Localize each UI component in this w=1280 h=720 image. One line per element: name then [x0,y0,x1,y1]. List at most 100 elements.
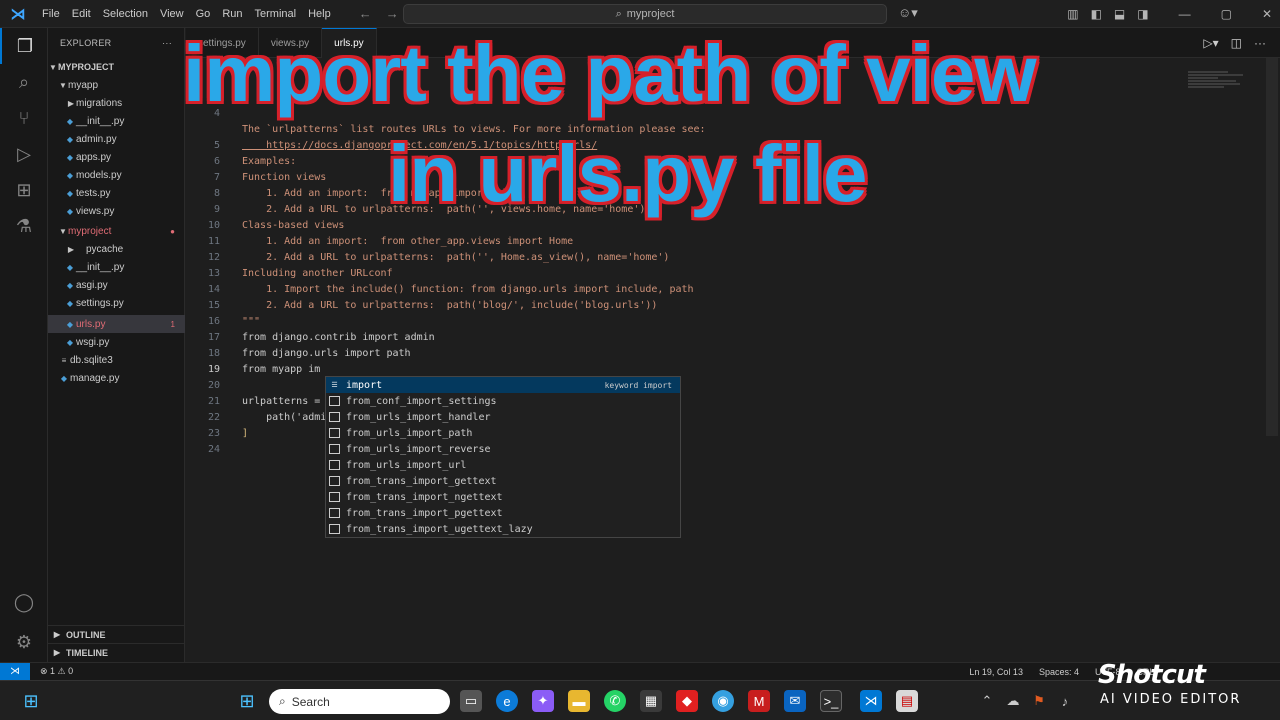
tree-item-manage[interactable]: ◆ manage.py [48,369,185,387]
suggestion-item[interactable]: from_trans_import_gettext [326,473,680,489]
editor-scrollbar[interactable] [1266,58,1278,436]
tree-item-pycache[interactable]: ▶ pycache [48,240,185,258]
tree-item-wsgi[interactable]: ◆ wsgi.py [48,333,185,351]
run-debug-icon[interactable]: ▷ [0,136,48,172]
command-center-search[interactable]: ⌕ myproject [403,4,887,24]
testing-icon[interactable]: ⚗ [0,208,48,244]
suggestion-detail: keyword import [604,380,672,390]
microphone-icon[interactable]: ♪ [1054,690,1076,712]
copilot-icon[interactable]: ☺▾ [898,5,918,21]
copilot-app-icon[interactable]: ✦ [532,690,554,712]
vscode-taskbar-icon[interactable]: ⋊ [860,690,882,712]
tree-item-label: tests.py [76,187,111,199]
tray-chevron-up-icon[interactable]: ⌃ [976,690,998,712]
remote-indicator-icon[interactable]: ⋊ [0,662,30,681]
minimize-icon[interactable]: — [1179,7,1191,21]
menu-run[interactable]: Run [216,0,248,28]
store-icon[interactable]: ▦ [640,690,662,712]
suggestion-item[interactable]: from_trans_import_ngettext [326,489,680,505]
suggestion-item[interactable]: ☰ import keyword import [326,377,680,393]
split-editor-icon[interactable]: ◫ [1231,36,1242,50]
tree-item-myproject[interactable]: ▼ myproject ● [48,222,185,240]
tree-item-db[interactable]: ≡ db.sqlite3 [48,351,185,369]
editor-actions: ▷▾ ◫ ··· [1203,36,1266,50]
python-file-icon: ◆ [66,116,74,126]
explorer-icon[interactable]: ❐ [0,28,48,64]
search-icon[interactable]: ⌕ [0,64,48,100]
menu-selection[interactable]: Selection [97,0,154,28]
extensions-icon[interactable]: ⊞ [0,172,48,208]
tree-item-init-myproject[interactable]: ◆ __init__.py [48,258,185,276]
tree-item-settings[interactable]: ◆ settings.py [48,294,185,312]
menu-terminal[interactable]: Terminal [249,0,303,28]
cloud-icon[interactable]: ☁ [1002,690,1024,712]
menu-edit[interactable]: Edit [66,0,97,28]
tree-item-tests[interactable]: ◆ tests.py [48,184,185,202]
tree-item-views[interactable]: ◆ views.py [48,202,185,220]
layout-icon[interactable]: ▥ [1067,7,1078,21]
suggestion-label: from_urls_import_url [346,459,467,471]
start-icon[interactable]: ⊞ [236,690,258,712]
taskbar-search[interactable]: ⌕ Search [269,689,450,714]
forward-arrow-icon[interactable]: → [386,6,399,21]
app-red-icon[interactable]: ◆ [676,690,698,712]
menu-view[interactable]: View [154,0,190,28]
timeline-section[interactable]: ▶ TIMELINE [48,643,185,661]
code-line-current: from myapp im [242,364,321,375]
whatsapp-icon[interactable]: ✆ [604,690,626,712]
workspace-root-label: MYPROJECT [58,62,115,72]
windows-start-icon[interactable]: ⊞ [20,690,42,712]
more-actions-icon[interactable]: ··· [162,38,172,48]
suggestion-item[interactable]: from_conf_import_settings [326,393,680,409]
mcafee-icon[interactable]: M [748,690,770,712]
tree-item-admin[interactable]: ◆ admin.py [48,130,185,148]
outlook-icon[interactable]: ✉ [784,690,806,712]
search-icon: ⌕ [279,694,286,708]
tree-item-myapp[interactable]: ▼ myapp [48,76,185,94]
toggle-panel-icon[interactable]: ⬓ [1114,7,1125,21]
tree-item-migrations[interactable]: ▶ migrations [48,94,185,112]
toggle-sidebar-icon[interactable]: ◧ [1091,7,1102,21]
line-number: 18 [207,348,220,359]
file-explorer-icon[interactable]: ▬ [568,690,590,712]
suggestion-item[interactable]: from_urls_import_handler [326,409,680,425]
more-actions-icon[interactable]: ··· [1254,36,1266,50]
close-icon[interactable]: ✕ [1262,7,1272,21]
source-control-icon[interactable]: ⑂ [0,100,48,136]
chrome-icon[interactable]: ◉ [712,690,734,712]
suggestion-item[interactable]: from_urls_import_url [326,457,680,473]
problems-indicator[interactable]: ⊗ 1 ⚠ 0 [40,666,73,677]
tree-item-init-myapp[interactable]: ◆ __init__.py [48,112,185,130]
code-line: urlpatterns = [ [242,396,333,407]
suggestion-item[interactable]: from_urls_import_reverse [326,441,680,457]
suggestion-item[interactable]: from_trans_import_ugettext_lazy [326,521,680,537]
snippet-icon [329,428,340,438]
maximize-icon[interactable]: ▢ [1221,7,1232,21]
menu-go[interactable]: Go [190,0,217,28]
menu-help[interactable]: Help [302,0,337,28]
tree-item-apps[interactable]: ◆ apps.py [48,148,185,166]
terminal-icon[interactable]: >_ [820,690,842,712]
indentation[interactable]: Spaces: 4 [1039,667,1079,677]
timeline-label: TIMELINE [66,647,108,658]
workspace-root[interactable]: ▼ MYPROJECT [48,58,185,76]
account-icon[interactable]: ◯ [0,584,48,620]
settings-gear-icon[interactable]: ⚙ [0,624,48,660]
minimap[interactable] [1188,70,1248,110]
tree-item-urls[interactable]: ◆ urls.py 1 [48,315,185,333]
task-view-icon[interactable]: ▭ [460,690,482,712]
edge-icon[interactable]: e [496,690,518,712]
cursor-position[interactable]: Ln 19, Col 13 [969,667,1023,677]
menu-file[interactable]: File [36,0,66,28]
suggestion-item[interactable]: from_urls_import_path [326,425,680,441]
run-python-icon[interactable]: ▷▾ [1203,36,1218,50]
tray-app-icon[interactable]: ⚑ [1028,690,1050,712]
tree-item-models[interactable]: ◆ models.py [48,166,185,184]
outline-section[interactable]: ▶ OUTLINE [48,625,185,643]
app-icon[interactable]: ▤ [896,690,918,712]
suggestion-item[interactable]: from_trans_import_pgettext [326,505,680,521]
back-arrow-icon[interactable]: ← [359,6,372,21]
vscode-logo-icon: ⋊ [10,5,26,23]
toggle-secondary-sidebar-icon[interactable]: ◨ [1137,7,1148,21]
tree-item-asgi[interactable]: ◆ asgi.py [48,276,185,294]
